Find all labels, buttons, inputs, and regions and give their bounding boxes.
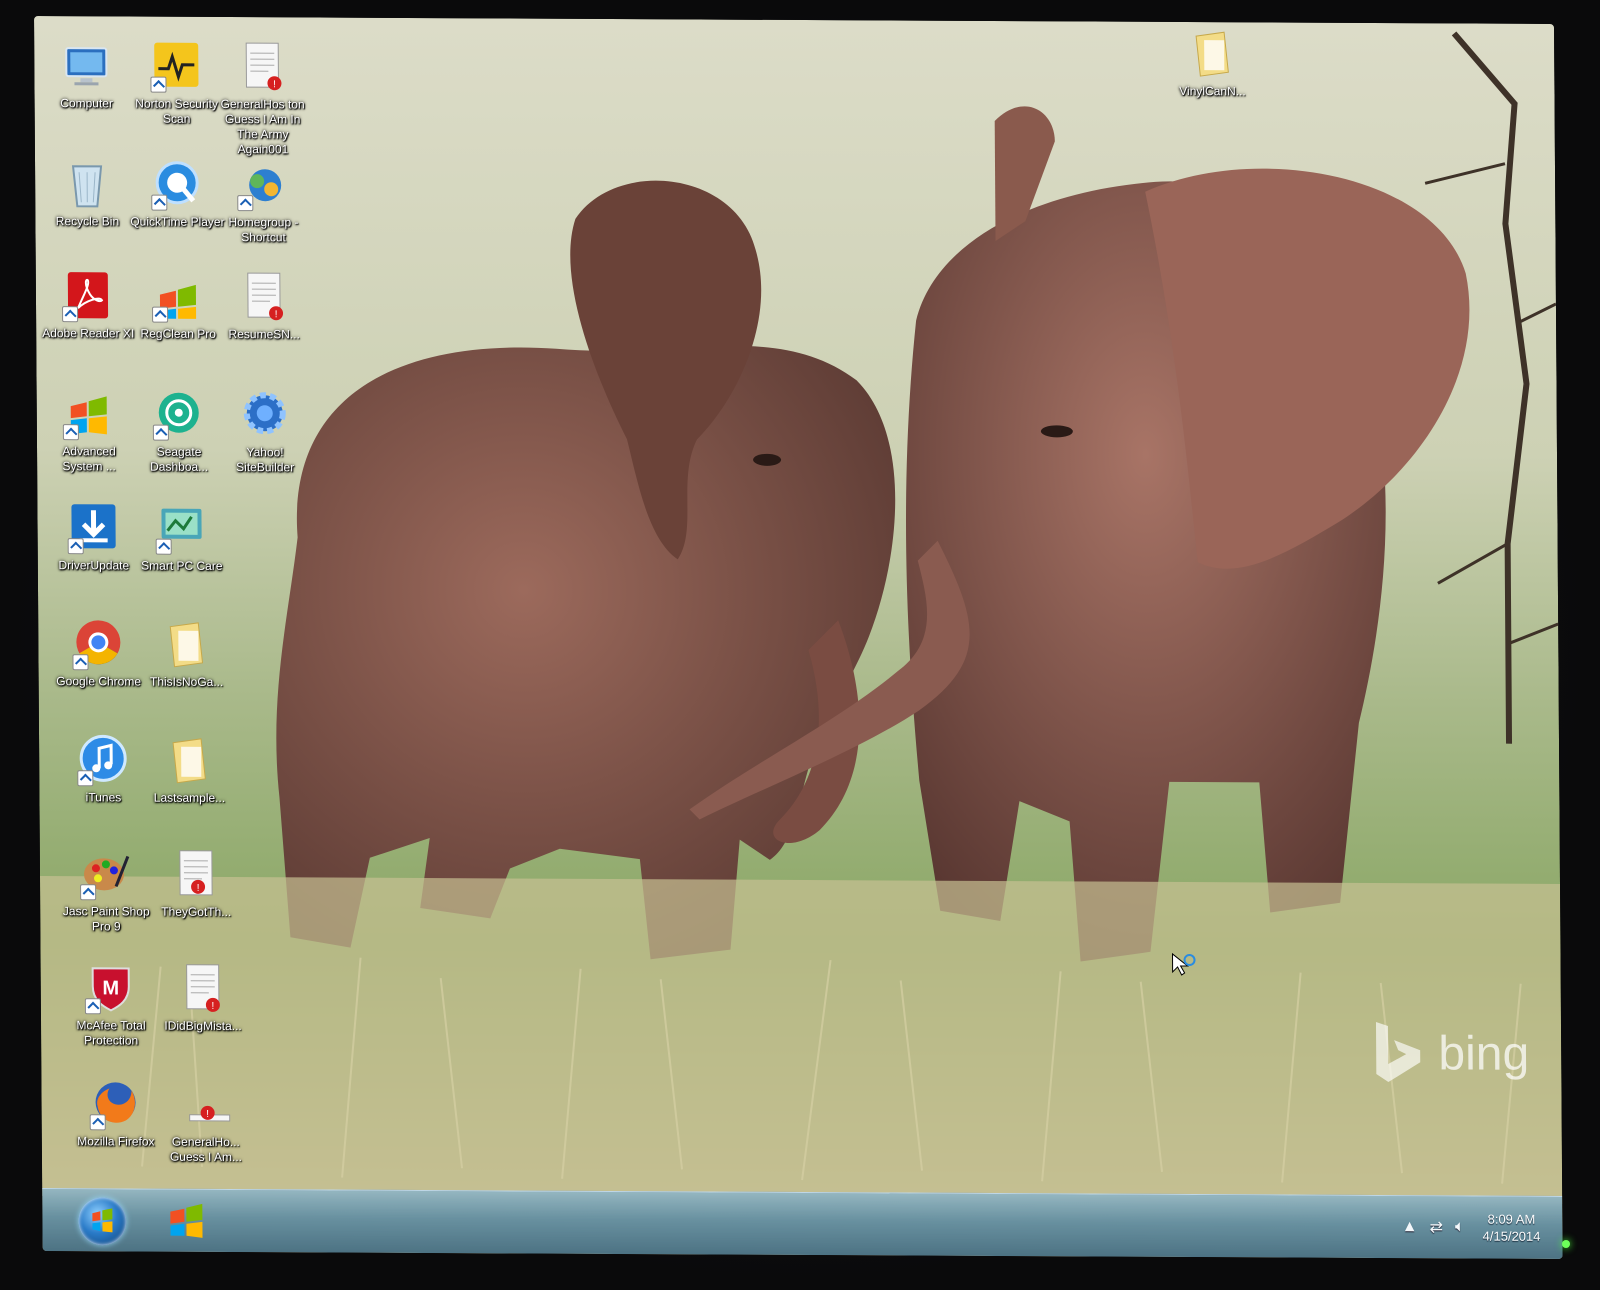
document-icon: ! [234, 39, 290, 95]
document-icon: ! [168, 847, 224, 903]
folder-icon [158, 617, 214, 673]
mcafee-icon: M [83, 960, 139, 1016]
desktop-icon-quicktime[interactable]: QuickTime Player [129, 156, 226, 230]
adobe-reader-icon [60, 268, 116, 324]
windows-start-icon [92, 1208, 113, 1233]
norton-icon [148, 39, 204, 95]
folder-icon [161, 733, 217, 789]
svg-text:!: ! [273, 79, 276, 90]
folder-icon [1184, 26, 1240, 82]
desktop-icon-norton[interactable]: Norton Security Scan [128, 38, 225, 127]
desktop-icon-generalhos[interactable]: ! GeneralHos ton Guess I Am In The Army … [214, 39, 311, 158]
document-icon: ! [236, 269, 292, 325]
recycle-bin-icon [59, 156, 115, 212]
desktop-icon-yahoo-sitebuilder[interactable]: Yahoo! SiteBuilder [217, 387, 314, 476]
quicktime-icon [149, 157, 205, 213]
svg-text:!: ! [275, 309, 278, 320]
computer-icon [58, 38, 114, 94]
desktop-icon-chrome[interactable]: Google Chrome [50, 616, 147, 690]
bing-wordmark: bing [1438, 1026, 1530, 1081]
desktop-icon-advanced-system[interactable]: Advanced System ... [41, 386, 138, 475]
busy-cursor-icon [1171, 952, 1196, 976]
desktop-icon-adobe-reader[interactable]: Adobe Reader XI [40, 268, 137, 342]
clock-date: 4/15/2014 [1482, 1228, 1541, 1244]
svg-text:!: ! [197, 883, 200, 894]
system-tray: ▲ ⇄ 🔈︎ 8:09 AM 4/15/2014 [1401, 1196, 1546, 1259]
regclean-icon [150, 269, 206, 325]
desktop-icon-recycle-bin[interactable]: Recycle Bin [39, 156, 136, 230]
desktop-icon-theygot[interactable]: ! TheyGotTh... [148, 847, 245, 921]
svg-text:!: ! [206, 1109, 209, 1120]
svg-text:!: ! [211, 1001, 214, 1012]
document-icon: ! [177, 1077, 233, 1133]
network-icon[interactable]: ⇄ [1429, 1217, 1443, 1237]
yahoo-sitebuilder-icon [237, 387, 293, 443]
bing-watermark: bing [1368, 1018, 1529, 1089]
desktop-screen: Computer Norton Security Scan ! GeneralH… [34, 16, 1563, 1259]
desktop-icon-vinylcan[interactable]: VinylCanN... [1164, 26, 1261, 100]
advanced-system-icon [61, 386, 117, 442]
desktop-icon-resume[interactable]: ! ResumeSN... [216, 269, 313, 343]
desktop-icon-driverupdate[interactable]: DriverUpdate [45, 500, 142, 574]
taskbar-windows-explorer[interactable] [160, 1198, 212, 1244]
desktop-icon-thisisnoga[interactable]: ThisIsNoGa... [138, 617, 235, 691]
desktop-icon-lastsample[interactable]: Lastsample... [141, 733, 238, 807]
desktop-icon-mcafee[interactable]: M McAfee Total Protection [63, 960, 160, 1049]
start-button[interactable] [78, 1197, 127, 1246]
desktop-icon-ididbig[interactable]: ! IDidBigMista... [155, 961, 252, 1035]
windows-logo-icon [170, 1203, 203, 1238]
smart-pc-care-icon [153, 501, 209, 557]
desktop-icon-generalho2[interactable]: ! GeneralHo... Guess I Am... [157, 1077, 254, 1166]
monitor-power-led [1562, 1240, 1570, 1248]
desktop-icon-computer[interactable]: Computer [38, 38, 135, 112]
bing-logo-icon [1376, 1021, 1421, 1083]
paint-shop-icon [78, 846, 134, 902]
desktop-icon-paint-shop[interactable]: Jasc Paint Shop Pro 9 [58, 846, 155, 935]
clock[interactable]: 8:09 AM 4/15/2014 [1476, 1211, 1546, 1245]
desktop-icon-itunes[interactable]: iTunes [55, 732, 152, 806]
homegroup-icon [235, 157, 291, 213]
svg-text:M: M [102, 977, 119, 999]
volume-icon[interactable]: 🔈︎ [1455, 1218, 1465, 1236]
taskbar: ▲ ⇄ 🔈︎ 8:09 AM 4/15/2014 [42, 1188, 1563, 1259]
desktop-icon-seagate[interactable]: Seagate Dashboa... [131, 386, 228, 475]
show-hidden-icons-icon[interactable]: ▲ [1402, 1218, 1418, 1236]
seagate-icon [151, 387, 207, 443]
desktop-icon-smart-pc-care[interactable]: Smart PC Care [133, 501, 230, 575]
itunes-icon [75, 732, 131, 788]
desktop-icon-regclean[interactable]: RegClean Pro [130, 268, 227, 342]
clock-time: 8:09 AM [1487, 1211, 1536, 1227]
driverupdate-icon [65, 500, 121, 556]
desktop-icon-firefox[interactable]: Mozilla Firefox [67, 1076, 164, 1150]
document-icon: ! [175, 961, 231, 1017]
desktop-icon-homegroup[interactable]: Homegroup - Shortcut [215, 157, 312, 246]
firefox-icon [87, 1076, 143, 1132]
chrome-icon [70, 616, 126, 672]
